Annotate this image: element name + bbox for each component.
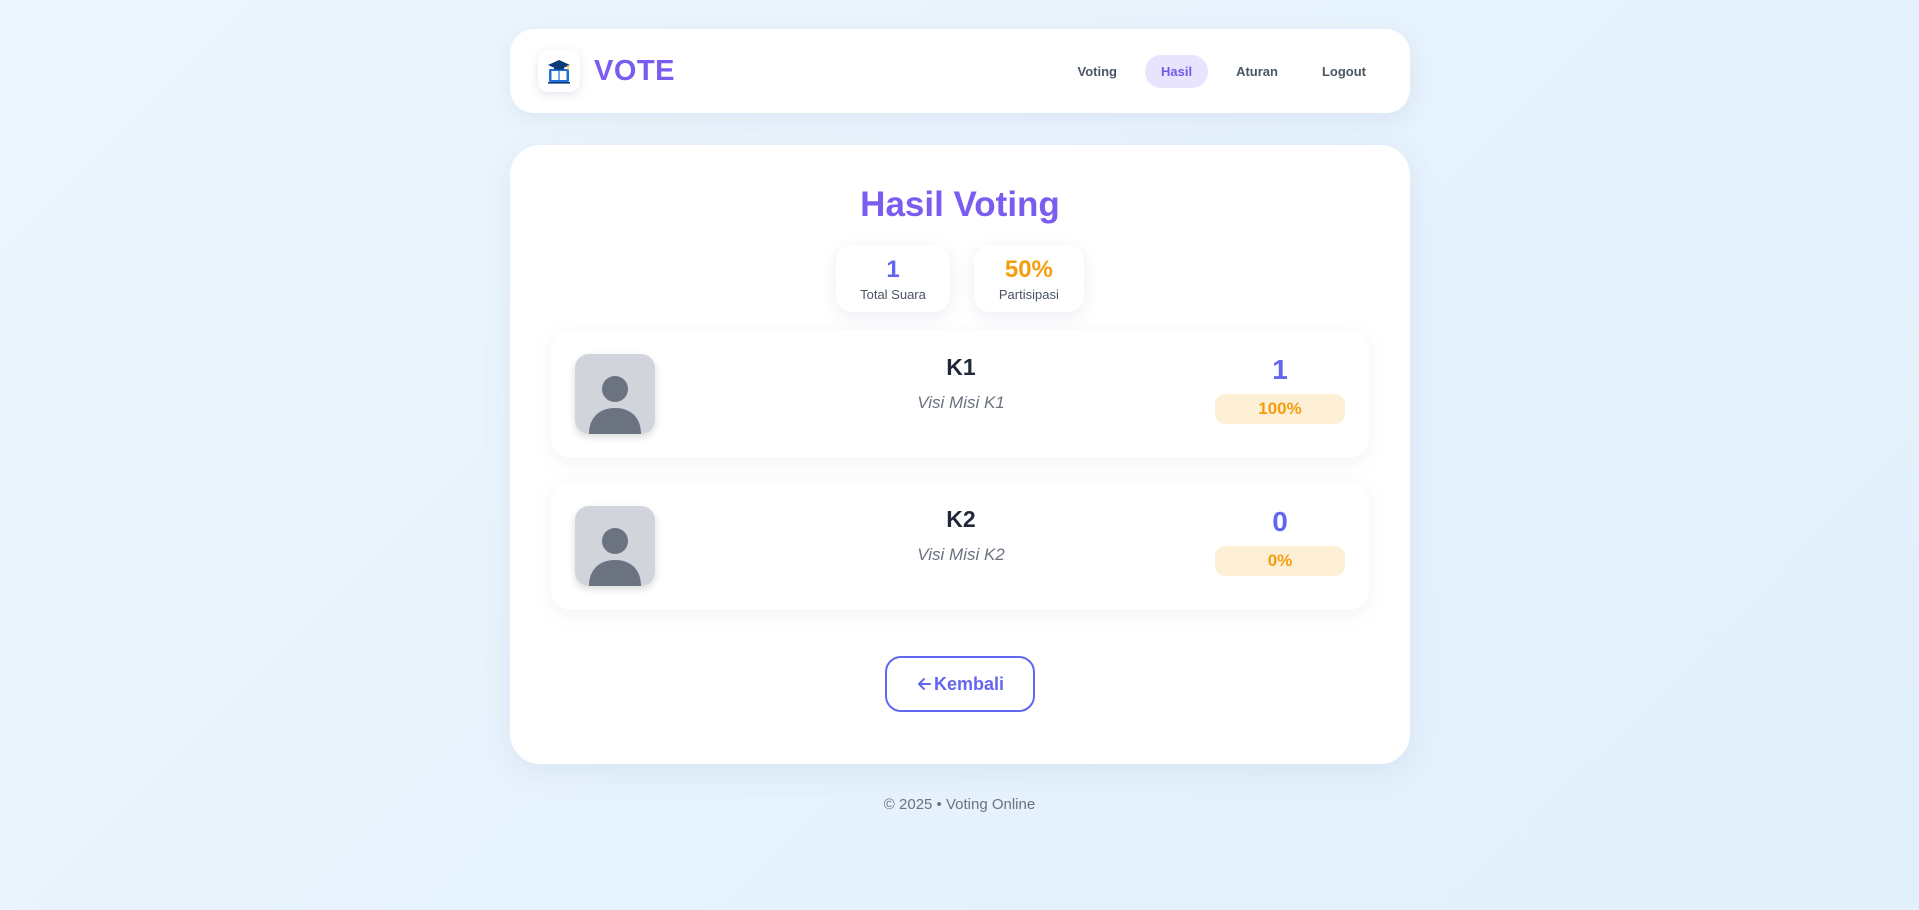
candidate-card-k1: K1 Visi Misi K1 1 100% <box>551 330 1369 458</box>
footer: © 2025 • Voting Online <box>883 796 1036 813</box>
total-votes-value: 1 <box>886 256 900 283</box>
navbar: VOTE Voting Hasil Aturan Logout <box>510 29 1410 113</box>
nav-links: Voting Hasil Aturan Logout <box>1062 54 1383 88</box>
candidate-result: 0 0% <box>1215 504 1345 576</box>
total-votes-label: Total Suara <box>860 287 926 302</box>
nav-item-voting[interactable]: Voting <box>1062 55 1133 88</box>
candidate-name: K2 <box>946 506 976 532</box>
candidate-result: 1 100% <box>1215 352 1345 424</box>
back-button[interactable]: Kembali <box>885 656 1035 712</box>
nav-item-logout[interactable]: Logout <box>1306 55 1382 88</box>
candidate-info: K1 Visi Misi K1 <box>751 354 1171 413</box>
candidate-info: K2 Visi Misi K2 <box>751 506 1171 565</box>
participation-value: 50% <box>1004 256 1053 283</box>
brand-name: VOTE <box>594 54 675 87</box>
logo-icon <box>538 50 580 92</box>
stat-total-votes: 1 Total Suara <box>836 245 950 312</box>
participation-label: Partisipasi <box>998 287 1059 302</box>
candidate-percent-badge: 0% <box>1215 546 1345 576</box>
results-card: Hasil Voting 1 Total Suara 50% Partisipa… <box>510 145 1410 764</box>
stats-row: 1 Total Suara 50% Partisipasi <box>510 245 1410 312</box>
candidate-name: K1 <box>946 354 976 380</box>
candidate-percent-badge: 100% <box>1215 394 1345 424</box>
nav-item-hasil[interactable]: Hasil <box>1144 54 1209 88</box>
back-button-label: Kembali <box>933 673 1005 694</box>
person-placeholder-icon <box>575 354 655 434</box>
candidate-description: Visi Misi K1 <box>917 393 1005 412</box>
candidate-card-k2: K2 Visi Misi K2 0 0% <box>551 482 1369 610</box>
nav-item-aturan[interactable]: Aturan <box>1220 55 1294 88</box>
person-placeholder-icon <box>575 506 655 586</box>
page-title: Hasil Voting <box>860 185 1060 224</box>
brand[interactable]: VOTE <box>538 50 675 92</box>
candidate-votes: 0 <box>1272 506 1288 537</box>
candidate-votes: 1 <box>1272 354 1288 385</box>
arrow-left-icon <box>917 678 931 690</box>
stat-participation: 50% Partisipasi <box>973 245 1084 312</box>
candidate-description: Visi Misi K2 <box>917 545 1005 564</box>
